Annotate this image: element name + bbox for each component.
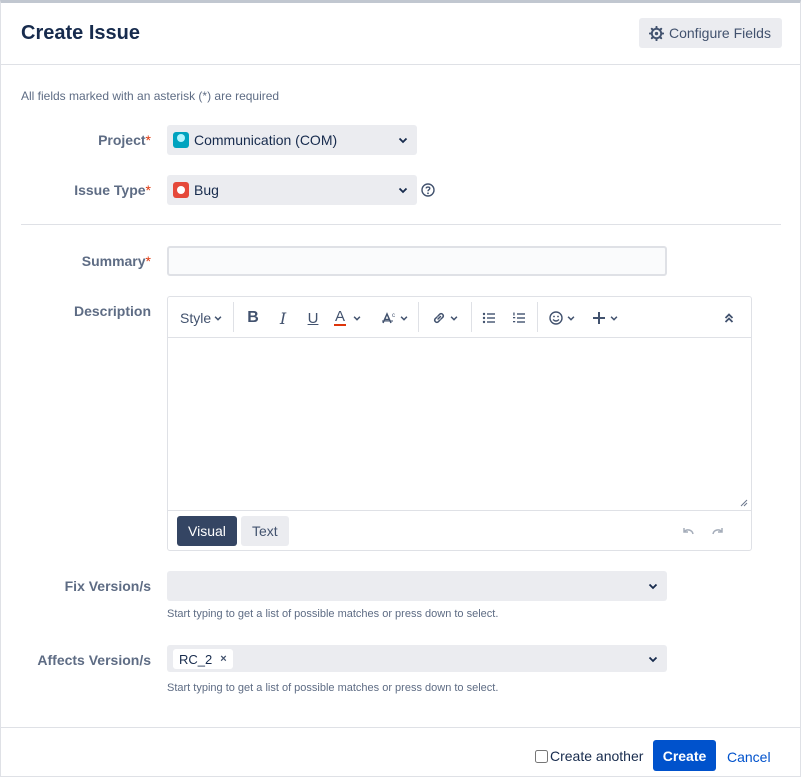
numbered-list-button[interactable] xyxy=(511,304,527,332)
toolbar-separator xyxy=(471,302,472,332)
visual-mode-button[interactable]: Visual xyxy=(177,516,237,546)
affects-versions-select[interactable]: RC_2 × xyxy=(167,645,667,672)
project-avatar-icon xyxy=(173,132,189,148)
remove-tag-icon[interactable]: × xyxy=(220,653,226,665)
configure-fields-button[interactable]: Configure Fields xyxy=(639,18,782,48)
gear-icon xyxy=(649,25,664,41)
create-button[interactable]: Create xyxy=(653,740,716,771)
issue-type-value: Bug xyxy=(194,182,219,198)
insert-more-icon xyxy=(593,312,605,324)
chevron-down-icon xyxy=(567,316,575,321)
chevron-down-icon xyxy=(610,316,618,321)
collapse-toolbar-button[interactable] xyxy=(723,304,735,332)
fix-versions-hint: Start typing to get a list of possible m… xyxy=(167,608,499,620)
bold-icon[interactable]: B xyxy=(245,304,261,332)
project-value: Communication (COM) xyxy=(194,132,338,148)
project-label: Project* xyxy=(98,132,151,148)
chevron-down-icon xyxy=(400,316,408,321)
dialog-title: Create Issue xyxy=(21,22,140,44)
text-mode-button[interactable]: Text xyxy=(241,516,289,546)
issue-type-label: Issue Type* xyxy=(74,182,151,198)
description-text-area[interactable] xyxy=(168,338,751,510)
italic-icon[interactable]: I xyxy=(275,304,291,332)
summary-label: Summary* xyxy=(81,253,151,269)
link-dropdown[interactable] xyxy=(431,304,459,332)
style-dropdown[interactable]: Style xyxy=(180,304,223,332)
affects-versions-label: Affects Version/s xyxy=(37,652,151,668)
dialog-footer: Create another Create Cancel xyxy=(1,727,800,777)
cancel-link[interactable]: Cancel xyxy=(727,749,771,765)
collapse-toolbar-icon xyxy=(724,313,734,323)
create-issue-dialog: Create Issue Configure Fields All fields… xyxy=(0,0,801,777)
required-asterisk: * xyxy=(145,182,151,198)
editor-toolbar: Style B I U A c xyxy=(168,297,751,338)
required-asterisk: * xyxy=(145,253,151,269)
emoji-dropdown[interactable] xyxy=(548,304,576,332)
chevron-down-icon xyxy=(214,316,222,321)
underline-icon[interactable]: U xyxy=(305,304,321,332)
version-tag: RC_2 × xyxy=(173,649,233,669)
resize-handle-icon[interactable] xyxy=(739,498,748,507)
description-editor: Style B I U A c Visual Text xyxy=(167,296,752,551)
bug-icon xyxy=(173,182,189,198)
fix-versions-label: Fix Version/s xyxy=(64,578,151,594)
editor-footer: Visual Text xyxy=(168,510,751,550)
affects-versions-hint: Start typing to get a list of possible m… xyxy=(167,682,499,694)
chevron-down-icon xyxy=(648,583,658,590)
required-asterisk: * xyxy=(145,132,151,148)
description-label: Description xyxy=(73,303,151,319)
fix-versions-select[interactable] xyxy=(167,571,667,601)
text-effects-dropdown[interactable]: c xyxy=(381,304,409,332)
emoji-icon xyxy=(549,311,563,325)
help-icon[interactable] xyxy=(421,183,435,197)
toolbar-separator xyxy=(233,302,234,332)
chevron-down-icon xyxy=(648,656,658,663)
svg-text:c: c xyxy=(392,313,395,319)
toolbar-separator xyxy=(537,302,538,332)
issue-type-select[interactable]: Bug xyxy=(167,175,417,205)
redo-icon[interactable] xyxy=(710,523,726,539)
undo-icon[interactable] xyxy=(680,523,696,539)
dialog-header: Create Issue Configure Fields xyxy=(1,3,800,65)
text-color-dropdown[interactable]: A xyxy=(334,304,362,332)
link-icon xyxy=(433,312,445,324)
style-label: Style xyxy=(180,310,212,326)
required-fields-note: All fields marked with an asterisk (*) a… xyxy=(21,89,280,103)
version-tag-label: RC_2 xyxy=(179,651,213,667)
insert-more-dropdown[interactable] xyxy=(591,304,619,332)
create-another-label: Create another xyxy=(550,748,644,764)
summary-input[interactable] xyxy=(167,246,667,276)
bullet-list-button[interactable] xyxy=(481,304,497,332)
text-effects-icon: c xyxy=(382,312,395,324)
create-another-checkbox[interactable] xyxy=(535,749,548,763)
section-divider xyxy=(21,224,781,225)
toolbar-separator xyxy=(418,302,419,332)
configure-fields-label: Configure Fields xyxy=(669,25,771,41)
text-color-icon: A xyxy=(334,308,347,326)
create-another-option[interactable]: Create another xyxy=(535,748,643,764)
chevron-down-icon xyxy=(450,316,458,321)
bullet-list-icon xyxy=(482,312,495,324)
chevron-down-icon xyxy=(353,316,361,321)
project-select[interactable]: Communication (COM) xyxy=(167,125,417,155)
chevron-down-icon xyxy=(398,137,408,144)
chevron-down-icon xyxy=(398,187,408,194)
numbered-list-icon xyxy=(513,312,525,323)
